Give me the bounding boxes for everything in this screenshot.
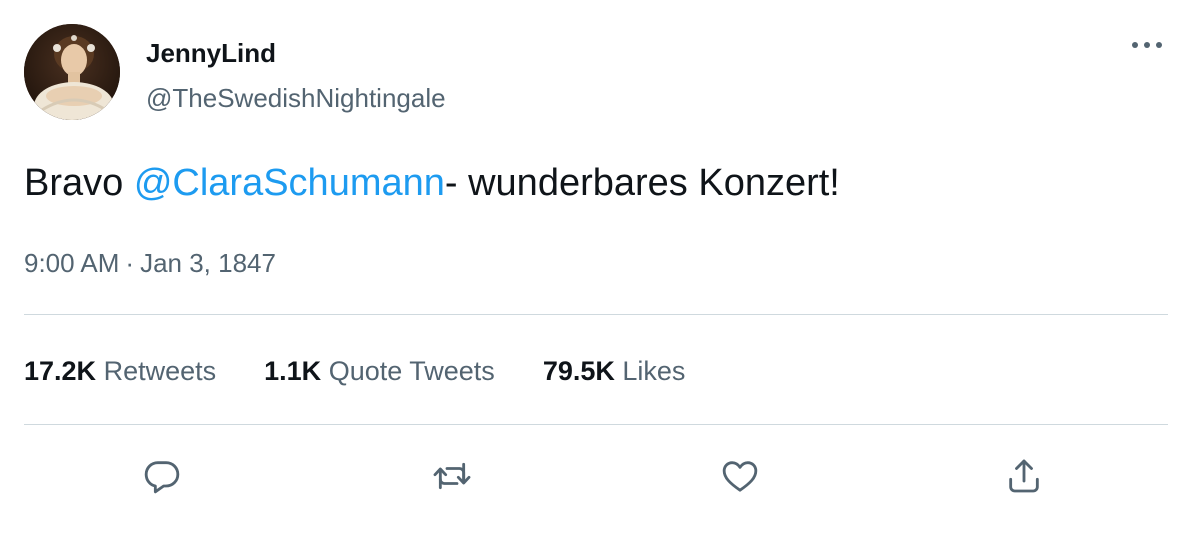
display-name[interactable]: JennyLind xyxy=(146,37,276,69)
more-horizontal-icon xyxy=(1132,42,1162,48)
action-bar xyxy=(0,448,1192,504)
like-button[interactable] xyxy=(712,448,768,504)
reply-icon xyxy=(144,461,180,494)
tweet-text-after: - wunderbares Konzert! xyxy=(444,162,840,204)
retweet-button[interactable] xyxy=(424,448,480,504)
user-handle[interactable]: @TheSwedishNightingale xyxy=(146,82,446,114)
quote-tweets-stat[interactable]: 1.1K Quote Tweets xyxy=(264,353,495,389)
more-options-button[interactable] xyxy=(1126,30,1168,60)
tweet-time[interactable]: 9:00 AM xyxy=(24,248,119,278)
heart-icon xyxy=(722,461,758,492)
likes-count: 79.5K xyxy=(542,356,615,386)
likes-label: Likes xyxy=(622,356,686,386)
tweet-date[interactable]: Jan 3, 1847 xyxy=(140,248,276,278)
share-icon xyxy=(1009,459,1039,493)
reply-button[interactable] xyxy=(134,448,190,504)
avatar[interactable] xyxy=(24,24,120,120)
retweets-label: Retweets xyxy=(103,356,217,386)
mention-link[interactable]: @ClaraSchumann xyxy=(134,162,445,204)
quote-tweets-count: 1.1K xyxy=(264,356,322,386)
tweet-timestamp: 9:00 AM · Jan 3, 1847 xyxy=(24,246,276,280)
meta-separator: · xyxy=(125,248,135,278)
portrait-image xyxy=(24,24,120,120)
retweet-icon xyxy=(433,462,471,490)
engagement-stats: 17.2K Retweets 1.1K Quote Tweets 79.5K L… xyxy=(24,353,733,389)
divider xyxy=(24,424,1168,425)
quote-tweets-label: Quote Tweets xyxy=(328,356,495,386)
tweet-text-before: Bravo xyxy=(24,162,134,204)
likes-stat[interactable]: 79.5K Likes xyxy=(543,353,686,389)
retweets-stat[interactable]: 17.2K Retweets xyxy=(24,353,216,389)
retweets-count: 17.2K xyxy=(24,356,97,386)
divider xyxy=(24,314,1168,315)
share-button[interactable] xyxy=(996,448,1052,504)
tweet-text: Bravo @ClaraSchumann- wunderbares Konzer… xyxy=(24,158,840,208)
